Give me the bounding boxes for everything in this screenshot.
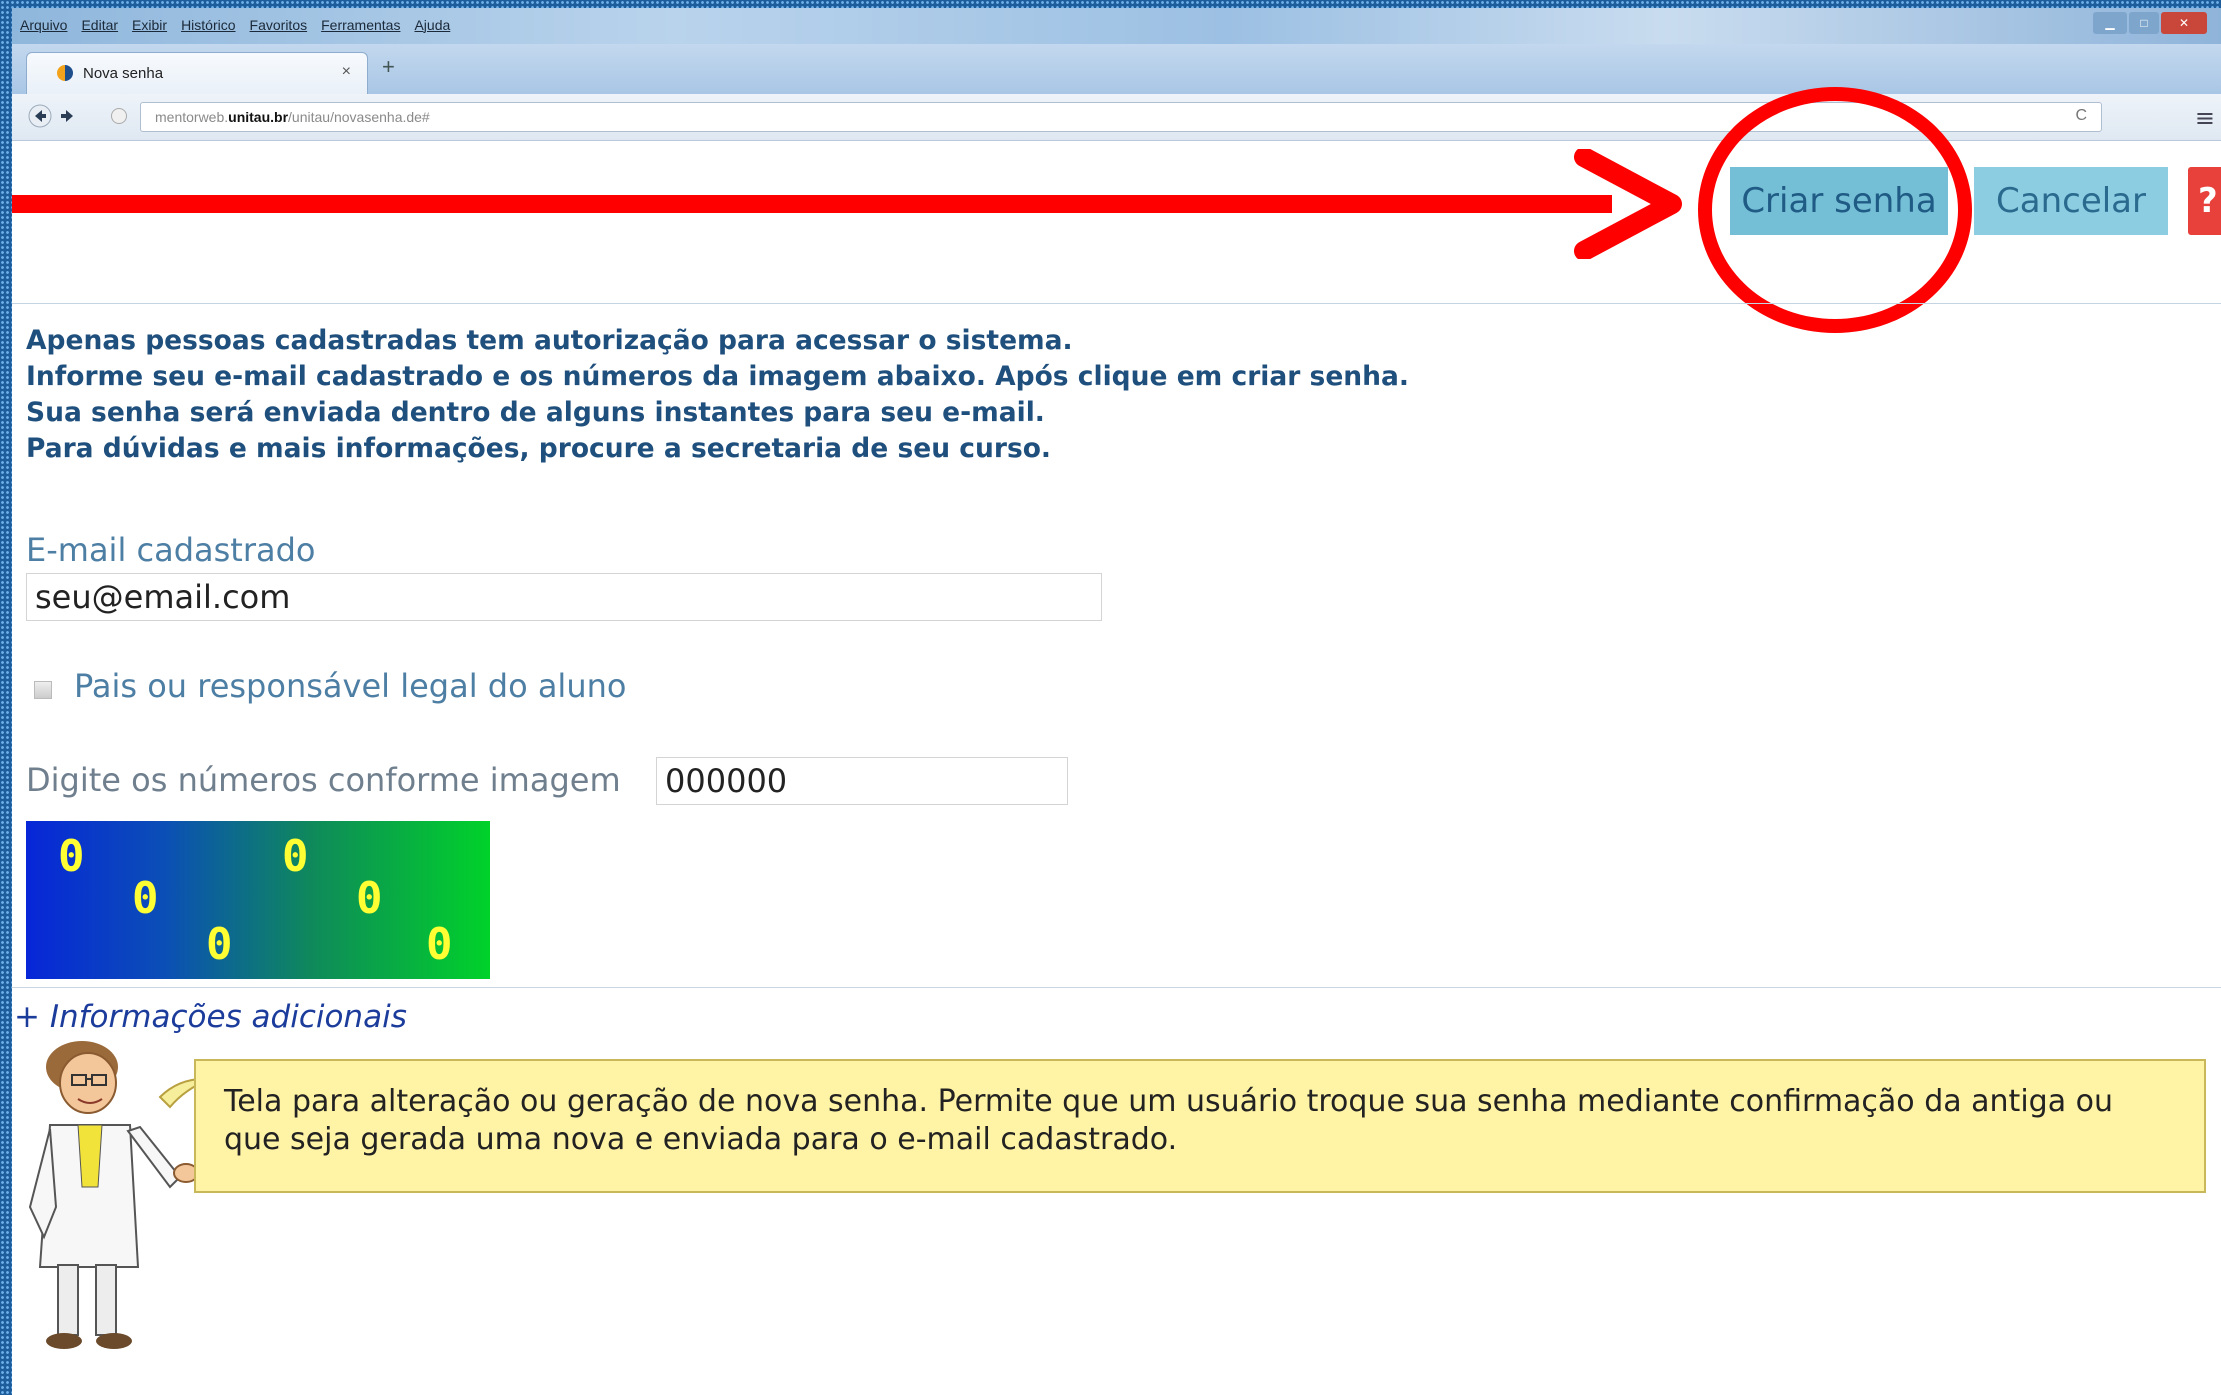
menu-item-historico[interactable]: Histórico: [181, 17, 235, 33]
menu-item-arquivo[interactable]: Arquivo: [20, 17, 67, 33]
toolbar-divider: [12, 303, 2221, 304]
page-content: Criar senha Cancelar ? Apenas pessoas ca…: [12, 87, 2221, 1395]
instruction-line: Informe seu e-mail cadastrado e os númer…: [26, 361, 1409, 392]
annotation-circle: [1698, 87, 1972, 333]
guardian-label[interactable]: Pais ou responsável legal do aluno: [74, 667, 626, 705]
captcha-digit: 0: [282, 831, 309, 882]
cancel-button[interactable]: Cancelar: [1974, 167, 2168, 235]
captcha-label: Digite os números conforme imagem: [26, 761, 621, 799]
tab-title: Nova senha: [83, 65, 164, 82]
minimize-button[interactable]: ▁: [2093, 12, 2127, 34]
tab-close-icon[interactable]: ×: [342, 63, 351, 81]
scientist-mascot-icon: [28, 1041, 210, 1349]
more-info-link[interactable]: + Informações adicionais: [14, 999, 407, 1035]
annotation-arrowhead: [1574, 149, 1682, 259]
help-tip-text: Tela para alteração ou geração de nova s…: [224, 1084, 2113, 1157]
email-field[interactable]: [26, 573, 1102, 621]
captcha-digit: 0: [58, 831, 85, 882]
help-tip-box: Tela para alteração ou geração de nova s…: [194, 1059, 2206, 1193]
tab-strip: Nova senha × +: [12, 44, 2221, 95]
section-divider: [12, 987, 2221, 988]
instruction-line: Para dúvidas e mais informações, procure…: [26, 433, 1051, 464]
tab-nova-senha[interactable]: Nova senha ×: [26, 52, 368, 95]
captcha-digit: 0: [426, 919, 453, 970]
help-button[interactable]: ?: [2188, 167, 2221, 235]
instructions-text: Apenas pessoas cadastradas tem autorizaç…: [26, 323, 1409, 467]
back-arrow-icon[interactable]: [28, 104, 52, 128]
captcha-input[interactable]: [656, 757, 1068, 805]
instruction-line: Apenas pessoas cadastradas tem autorizaç…: [26, 325, 1073, 356]
menu-icon[interactable]: ≡: [2195, 104, 2215, 132]
captcha-image: 0 0 0 0 0 0: [26, 821, 490, 979]
menu-item-ajuda[interactable]: Ajuda: [414, 17, 450, 33]
close-window-button[interactable]: ✕: [2161, 12, 2207, 34]
email-label: E-mail cadastrado: [26, 531, 316, 569]
site-favicon-icon: [57, 65, 73, 81]
captcha-digit: 0: [206, 919, 233, 970]
site-identity-icon[interactable]: [111, 108, 127, 124]
new-tab-button[interactable]: +: [382, 54, 395, 80]
maximize-button[interactable]: □: [2129, 12, 2159, 34]
reload-icon[interactable]: C: [2075, 107, 2087, 125]
instruction-line: Sua senha será enviada dentro de alguns …: [26, 397, 1045, 428]
menu-bar: Arquivo Editar Exibir Histórico Favorito…: [12, 8, 2221, 44]
menu-item-ferramentas[interactable]: Ferramentas: [321, 17, 400, 33]
forward-arrow-icon[interactable]: [56, 104, 78, 126]
menu-item-exibir[interactable]: Exibir: [132, 17, 167, 33]
captcha-digit: 0: [132, 873, 159, 924]
url-text: mentorweb.unitau.br/unitau/novasenha.de#: [155, 109, 430, 125]
annotation-arrow: [12, 195, 1612, 213]
menu-item-favoritos[interactable]: Favoritos: [250, 17, 308, 33]
browser-window: Arquivo Editar Exibir Histórico Favorito…: [12, 8, 2221, 1395]
captcha-digit: 0: [356, 873, 383, 924]
guardian-checkbox[interactable]: [34, 681, 52, 699]
menu-item-editar[interactable]: Editar: [81, 17, 118, 33]
